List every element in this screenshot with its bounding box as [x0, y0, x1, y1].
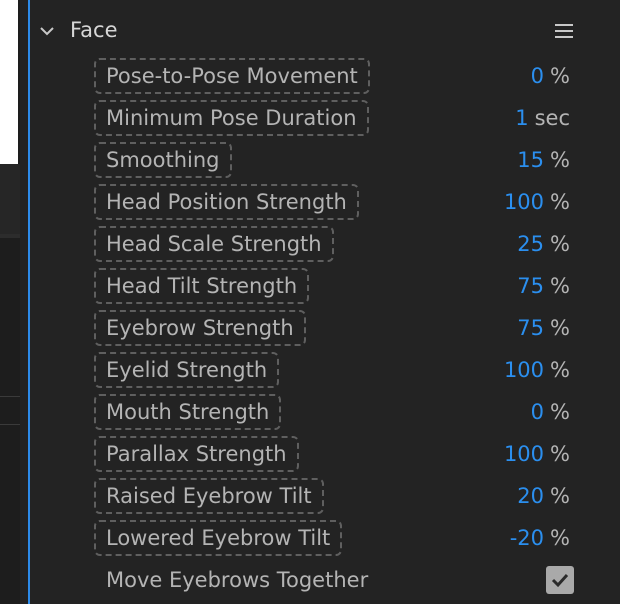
parameter-value-scrubber[interactable]: 15 — [517, 148, 544, 172]
parameter-value-scrubber[interactable]: 100 — [504, 358, 544, 382]
adjacent-panel — [0, 0, 20, 604]
app-window: Face Pose-to-Pose Movement 0% Minimum Pose… — [0, 0, 620, 604]
parameter-label[interactable]: Eyebrow Strength — [94, 310, 306, 346]
checkmark-icon — [546, 566, 574, 594]
parameter-unit: % — [550, 400, 570, 424]
parameter-label[interactable]: Minimum Pose Duration — [94, 100, 369, 136]
parameter-value-group: 25% — [517, 226, 570, 262]
parameter-value-group: 100% — [504, 352, 570, 388]
divider — [0, 234, 20, 238]
divider — [0, 396, 20, 397]
parameter-label[interactable]: Head Position Strength — [94, 184, 359, 220]
parameter-row: Mouth Strength 0% — [30, 392, 620, 434]
parameter-unit: % — [550, 274, 570, 298]
parameter-label[interactable]: Lowered Eyebrow Tilt — [94, 520, 343, 556]
parameter-unit: sec — [534, 106, 570, 130]
parameter-row: Head Position Strength 100% — [30, 182, 620, 224]
parameter-row: Head Tilt Strength 75% — [30, 266, 620, 308]
parameter-unit: % — [550, 232, 570, 256]
parameter-label[interactable]: Smoothing — [94, 142, 232, 178]
parameter-value-scrubber[interactable]: 100 — [504, 190, 544, 214]
parameter-value-scrubber[interactable]: -20 — [510, 526, 544, 550]
parameter-value-group: 75% — [517, 310, 570, 346]
parameter-value-scrubber[interactable]: 0 — [531, 400, 544, 424]
parameter-row: Parallax Strength 100% — [30, 434, 620, 476]
parameter-row: Pose-to-Pose Movement 0% — [30, 56, 620, 98]
parameter-label[interactable]: Eyelid Strength — [94, 352, 280, 388]
parameter-value-scrubber[interactable]: 0 — [531, 64, 544, 88]
parameter-value-scrubber[interactable]: 25 — [517, 232, 544, 256]
parameter-row: Minimum Pose Duration 1 sec — [30, 98, 620, 140]
parameter-unit: % — [550, 64, 570, 88]
parameter-unit: % — [550, 316, 570, 340]
move-eyebrows-together-row: Move Eyebrows Together — [30, 560, 620, 602]
parameter-value-group: 75% — [517, 268, 570, 304]
parameter-row: Raised Eyebrow Tilt 20% — [30, 476, 620, 518]
adjacent-panel-preview — [0, 0, 18, 164]
parameter-label[interactable]: Mouth Strength — [94, 394, 282, 430]
move-eyebrows-together-checkbox[interactable] — [546, 566, 574, 594]
parameter-value-group: 1 sec — [515, 100, 570, 136]
parameter-value-scrubber[interactable]: 100 — [504, 442, 544, 466]
parameter-value-group: 0% — [531, 58, 570, 94]
chevron-down-icon[interactable] — [40, 24, 54, 38]
parameter-label[interactable]: Raised Eyebrow Tilt — [94, 478, 324, 514]
parameter-label[interactable]: Parallax Strength — [94, 436, 299, 472]
parameter-value-group: 15% — [517, 142, 570, 178]
parameter-row: Head Scale Strength 25% — [30, 224, 620, 266]
parameter-unit: % — [550, 358, 570, 382]
parameter-label: Move Eyebrows Together — [106, 568, 369, 592]
parameter-value-scrubber[interactable]: 20 — [517, 484, 544, 508]
parameter-unit: % — [550, 190, 570, 214]
parameter-value-group: 100% — [504, 184, 570, 220]
parameter-unit: % — [550, 526, 570, 550]
parameter-value-scrubber[interactable]: 75 — [517, 316, 544, 340]
hamburger-menu-icon[interactable] — [555, 24, 573, 40]
parameter-value-group: -20% — [510, 520, 570, 556]
parameter-value-group: 100% — [504, 436, 570, 472]
parameter-unit: % — [550, 148, 570, 172]
parameter-row: Lowered Eyebrow Tilt -20% — [30, 518, 620, 560]
properties-panel: Face Pose-to-Pose Movement 0% Minimum Pose… — [30, 0, 620, 604]
adjacent-panel-band — [0, 164, 20, 234]
parameter-value-scrubber[interactable]: 75 — [517, 274, 544, 298]
parameter-label[interactable]: Head Scale Strength — [94, 226, 334, 262]
parameter-value-group: 0% — [531, 394, 570, 430]
parameter-unit: % — [550, 442, 570, 466]
parameter-row: Eyebrow Strength 75% — [30, 308, 620, 350]
parameter-row: Smoothing 15% — [30, 140, 620, 182]
parameter-row: Eyelid Strength 100% — [30, 350, 620, 392]
parameter-label[interactable]: Head Tilt Strength — [94, 268, 310, 304]
parameter-unit: % — [550, 484, 570, 508]
parameter-value-scrubber[interactable]: 1 — [515, 106, 528, 130]
parameter-value-group: 20% — [517, 478, 570, 514]
section-title: Face — [70, 18, 118, 42]
divider — [0, 424, 20, 425]
parameter-label[interactable]: Pose-to-Pose Movement — [94, 58, 370, 94]
face-section-header[interactable]: Face — [30, 12, 620, 52]
